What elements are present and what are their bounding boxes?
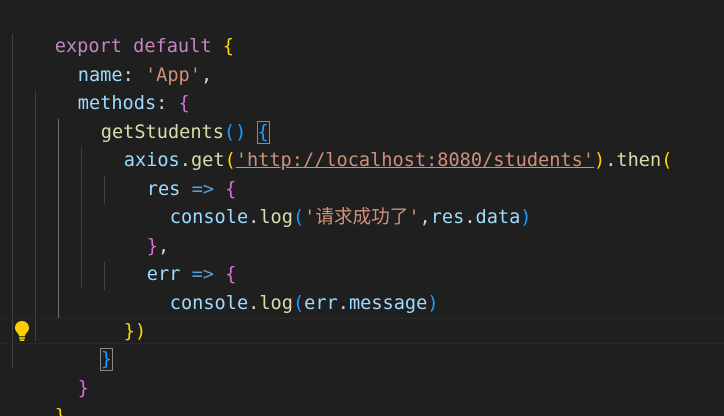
paren: ( <box>292 292 305 314</box>
code-editor[interactable]: export default { name: 'App', methods: {… <box>0 0 724 416</box>
code-line: export default { <box>10 4 234 57</box>
brace: } <box>77 377 89 399</box>
code-line: getStudents() { <box>56 90 270 144</box>
method-log: log <box>259 292 293 314</box>
code-line: err => { <box>102 232 237 285</box>
code-line: name: 'App', <box>77 64 213 86</box>
code-line: } <box>10 374 66 416</box>
property-message: message <box>348 292 428 314</box>
code-line: }) <box>79 289 146 342</box>
brace: } <box>54 405 66 416</box>
identifier-console: console <box>169 206 249 228</box>
identifier-res: res <box>430 206 465 228</box>
brace: } <box>99 347 114 371</box>
property-data: data <box>475 206 521 228</box>
code-line: axios.get('http://localhost:8080/student… <box>123 149 673 171</box>
paren: ) <box>520 206 532 228</box>
code-line: } <box>33 346 89 399</box>
paren: ( <box>661 149 673 171</box>
code-line: res => { <box>102 147 237 200</box>
code-line: console.log('请求成功了',res.data) <box>169 206 532 228</box>
method-then: then <box>616 149 662 171</box>
lightbulb-icon[interactable] <box>14 320 30 342</box>
closing-brace-paren: }) <box>123 320 147 342</box>
url-string[interactable]: 'http://localhost:8080/students' <box>236 150 594 171</box>
code-line: console.log(err.message) <box>169 292 439 314</box>
method-log: log <box>259 206 293 228</box>
string-literal: '请求成功了' <box>304 206 420 228</box>
identifier-console: console <box>169 292 249 314</box>
brace: { <box>222 35 234 57</box>
code-line-current: } <box>56 317 114 371</box>
identifier-err: err <box>304 292 338 314</box>
paren: ) <box>427 292 439 314</box>
code-line: }, <box>146 235 170 257</box>
code-line: methods: { <box>77 92 190 114</box>
paren: ) <box>594 149 606 171</box>
paren: ( <box>292 206 305 228</box>
